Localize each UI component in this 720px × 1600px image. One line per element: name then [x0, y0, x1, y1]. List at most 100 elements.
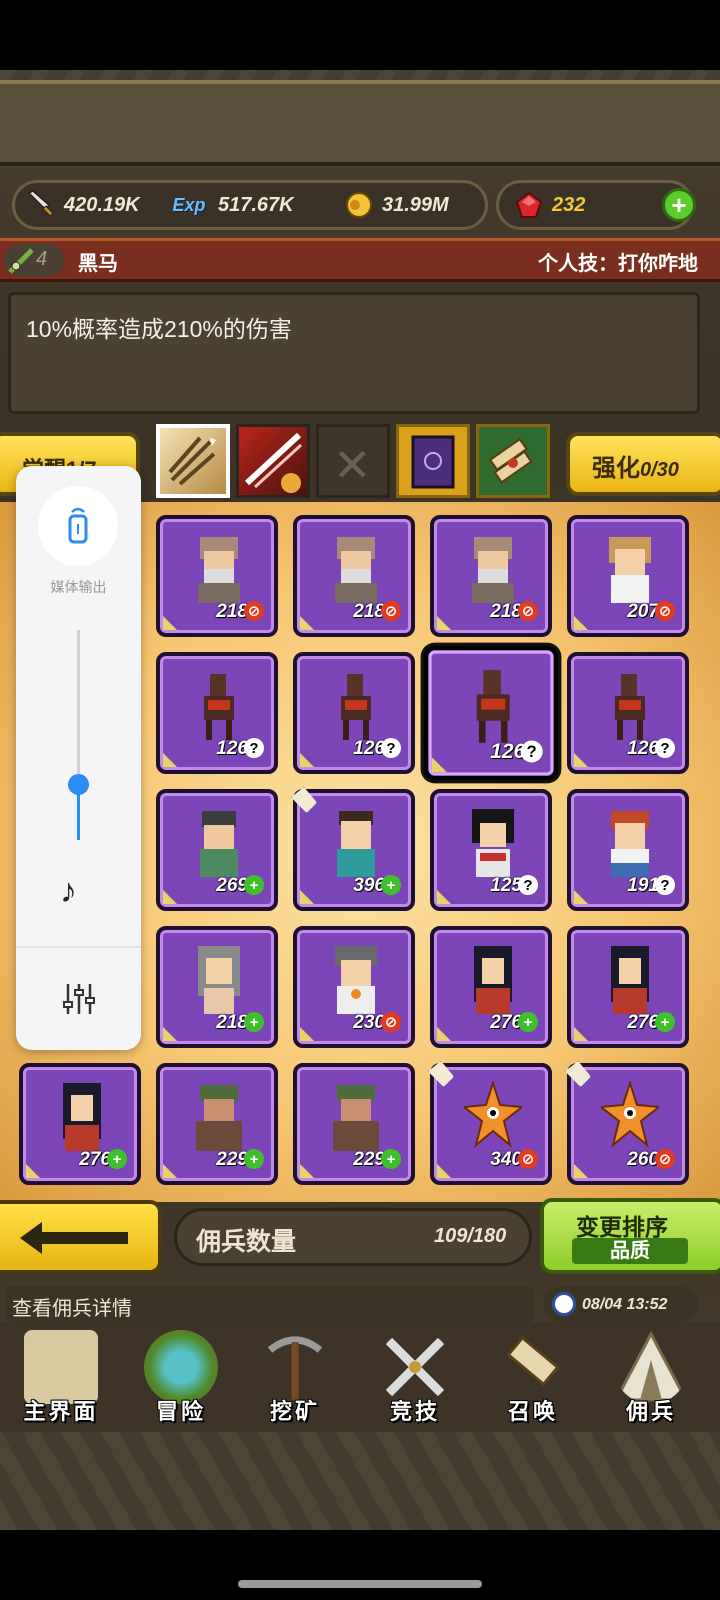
rarity-corner — [163, 753, 177, 767]
rarity-corner — [163, 616, 177, 630]
mercenary-card[interactable]: 269 + — [156, 789, 278, 911]
upgrade-badge-icon: + — [655, 1012, 675, 1032]
mercenary-card[interactable]: 218 ⊘ — [293, 515, 415, 637]
enhance-count: 0/30 — [640, 459, 679, 481]
plus-icon: + — [671, 190, 687, 220]
rarity-corner — [574, 616, 588, 630]
mercenary-card[interactable]: 276 + — [430, 926, 552, 1048]
mercenary-card[interactable]: 125 ? — [430, 789, 552, 911]
equalizer-settings-icon[interactable] — [60, 980, 98, 1018]
curly-hair-portrait — [609, 537, 651, 603]
mercenary-card[interactable]: 340 ⊘ — [428, 1061, 552, 1185]
scroll-icon — [506, 1335, 560, 1387]
mercenary-card[interactable]: 126 ? — [567, 652, 689, 774]
home-indicator[interactable] — [238, 1580, 482, 1588]
volume-panel-divider — [16, 946, 141, 948]
enhance-badge-icon: ⊘ — [518, 601, 538, 621]
unknown-badge-icon: ? — [520, 740, 543, 763]
unknown-badge-icon: ? — [381, 738, 401, 758]
nav-main-menu[interactable]: 主界面 — [6, 1330, 116, 1430]
exp-icon-text: Exp — [172, 194, 206, 215]
dark-hair-lady-portrait — [474, 946, 512, 1014]
media-output-button[interactable] — [38, 486, 118, 566]
mercenary-count-label: 佣兵数量 — [196, 1228, 297, 1256]
rarity-corner — [26, 1164, 40, 1178]
crossed-swords-icon — [384, 1336, 446, 1398]
rarity-corner — [300, 890, 314, 904]
status-bar-area — [0, 0, 720, 70]
dark-horse-portrait — [476, 670, 510, 743]
skill-slot-2[interactable] — [236, 424, 310, 498]
rarity-corner — [300, 616, 314, 630]
skill-slot-5[interactable] — [476, 424, 550, 498]
mercenary-card[interactable]: 276 + — [19, 1063, 141, 1185]
enhance-badge-icon: ⊘ — [518, 1149, 538, 1169]
enhance-badge-icon: ⊘ — [655, 601, 675, 621]
triple-arrow-icon — [168, 436, 216, 486]
mercenary-card[interactable]: 191 ? — [567, 789, 689, 911]
dark-horse-portrait — [341, 674, 371, 740]
gold-coin-icon — [342, 188, 376, 222]
mercenary-card[interactable]: 126 ? — [156, 652, 278, 774]
nav-mining[interactable]: 挖矿 — [240, 1330, 350, 1430]
mercenary-card-selected[interactable]: 126 ? — [423, 645, 559, 781]
rarity-corner — [574, 890, 588, 904]
volume-slider-thumb[interactable] — [68, 774, 89, 795]
back-button[interactable] — [0, 1200, 162, 1274]
media-output-icon — [68, 507, 88, 544]
nav-mercenary[interactable]: 佣兵 — [596, 1330, 706, 1430]
upgrade-badge-icon: + — [107, 1149, 127, 1169]
skill-slot-4[interactable] — [396, 424, 470, 498]
gold-value: 31.99M — [382, 193, 449, 216]
gray-spiky-hair-portrait — [335, 946, 377, 1014]
change-sort-label: 变更排序 — [576, 1214, 668, 1240]
nav-label: 冒险 — [155, 1399, 206, 1424]
enhance-badge-icon: ⊘ — [381, 601, 401, 621]
ruby: 232 — [512, 188, 585, 222]
rarity-corner — [574, 1027, 588, 1041]
enhance-badge-icon: ⊘ — [655, 1149, 675, 1169]
tip-text: 查看佣兵详情 — [12, 1298, 132, 1320]
nav-arena[interactable]: 竞技 — [360, 1330, 470, 1430]
upgrade-badge-icon: + — [381, 875, 401, 895]
upgrade-badge-icon: + — [244, 875, 264, 895]
mercenary-card[interactable]: 218 ⊘ — [430, 515, 552, 637]
nav-summon[interactable]: 召唤 — [478, 1330, 588, 1430]
mercenary-card[interactable]: 218 ⊘ — [156, 515, 278, 637]
rarity-corner — [163, 1027, 177, 1041]
rarity-corner — [437, 1027, 451, 1041]
rarity-corner — [437, 890, 451, 904]
rarity-corner — [163, 1164, 177, 1178]
mercenary-card[interactable]: 230 ⊘ — [293, 926, 415, 1048]
mercenary-card[interactable]: 207 ⊘ — [567, 515, 689, 637]
exp-value: 517.67K — [218, 193, 294, 216]
mercenary-card[interactable]: 126 ? — [293, 652, 415, 774]
attack-power: 420.19K — [24, 188, 140, 222]
mercenary-card[interactable]: 396 + — [291, 787, 415, 911]
dark-horse-portrait — [204, 674, 234, 740]
gold: 31.99M — [342, 188, 449, 222]
music-note-icon: ♪ — [60, 872, 77, 910]
mercenary-card[interactable]: 276 + — [567, 926, 689, 1048]
unknown-badge-icon: ? — [518, 875, 538, 895]
skill-slot-1[interactable] — [156, 424, 230, 498]
green-helmet-brute-portrait — [196, 1085, 242, 1151]
young-villager-portrait — [337, 811, 375, 877]
mercenary-card[interactable]: 218 + — [156, 926, 278, 1048]
system-nav-area — [0, 1530, 720, 1600]
slash-handshake-icon — [244, 432, 303, 493]
nav-adventure[interactable]: 冒险 — [126, 1330, 236, 1430]
hero-level-badge — [4, 244, 64, 276]
mercenary-card[interactable]: 229 + — [156, 1063, 278, 1185]
mercenary-card[interactable]: 260 ⊘ — [565, 1061, 689, 1185]
upgrade-badge-icon: + — [244, 1012, 264, 1032]
hero-name: 黑马 — [78, 253, 118, 275]
island-icon — [144, 1330, 218, 1404]
hero-class-icon — [8, 248, 34, 274]
bearded-elder-portrait — [198, 537, 240, 603]
enhance-label: 强化 — [592, 455, 640, 482]
mercenary-card[interactable]: 229 + — [293, 1063, 415, 1185]
hero-personal-skill: 个人技：打你咋地 — [538, 253, 698, 275]
map-background-bottom — [0, 1425, 720, 1530]
add-ruby-button[interactable]: + — [662, 188, 696, 222]
